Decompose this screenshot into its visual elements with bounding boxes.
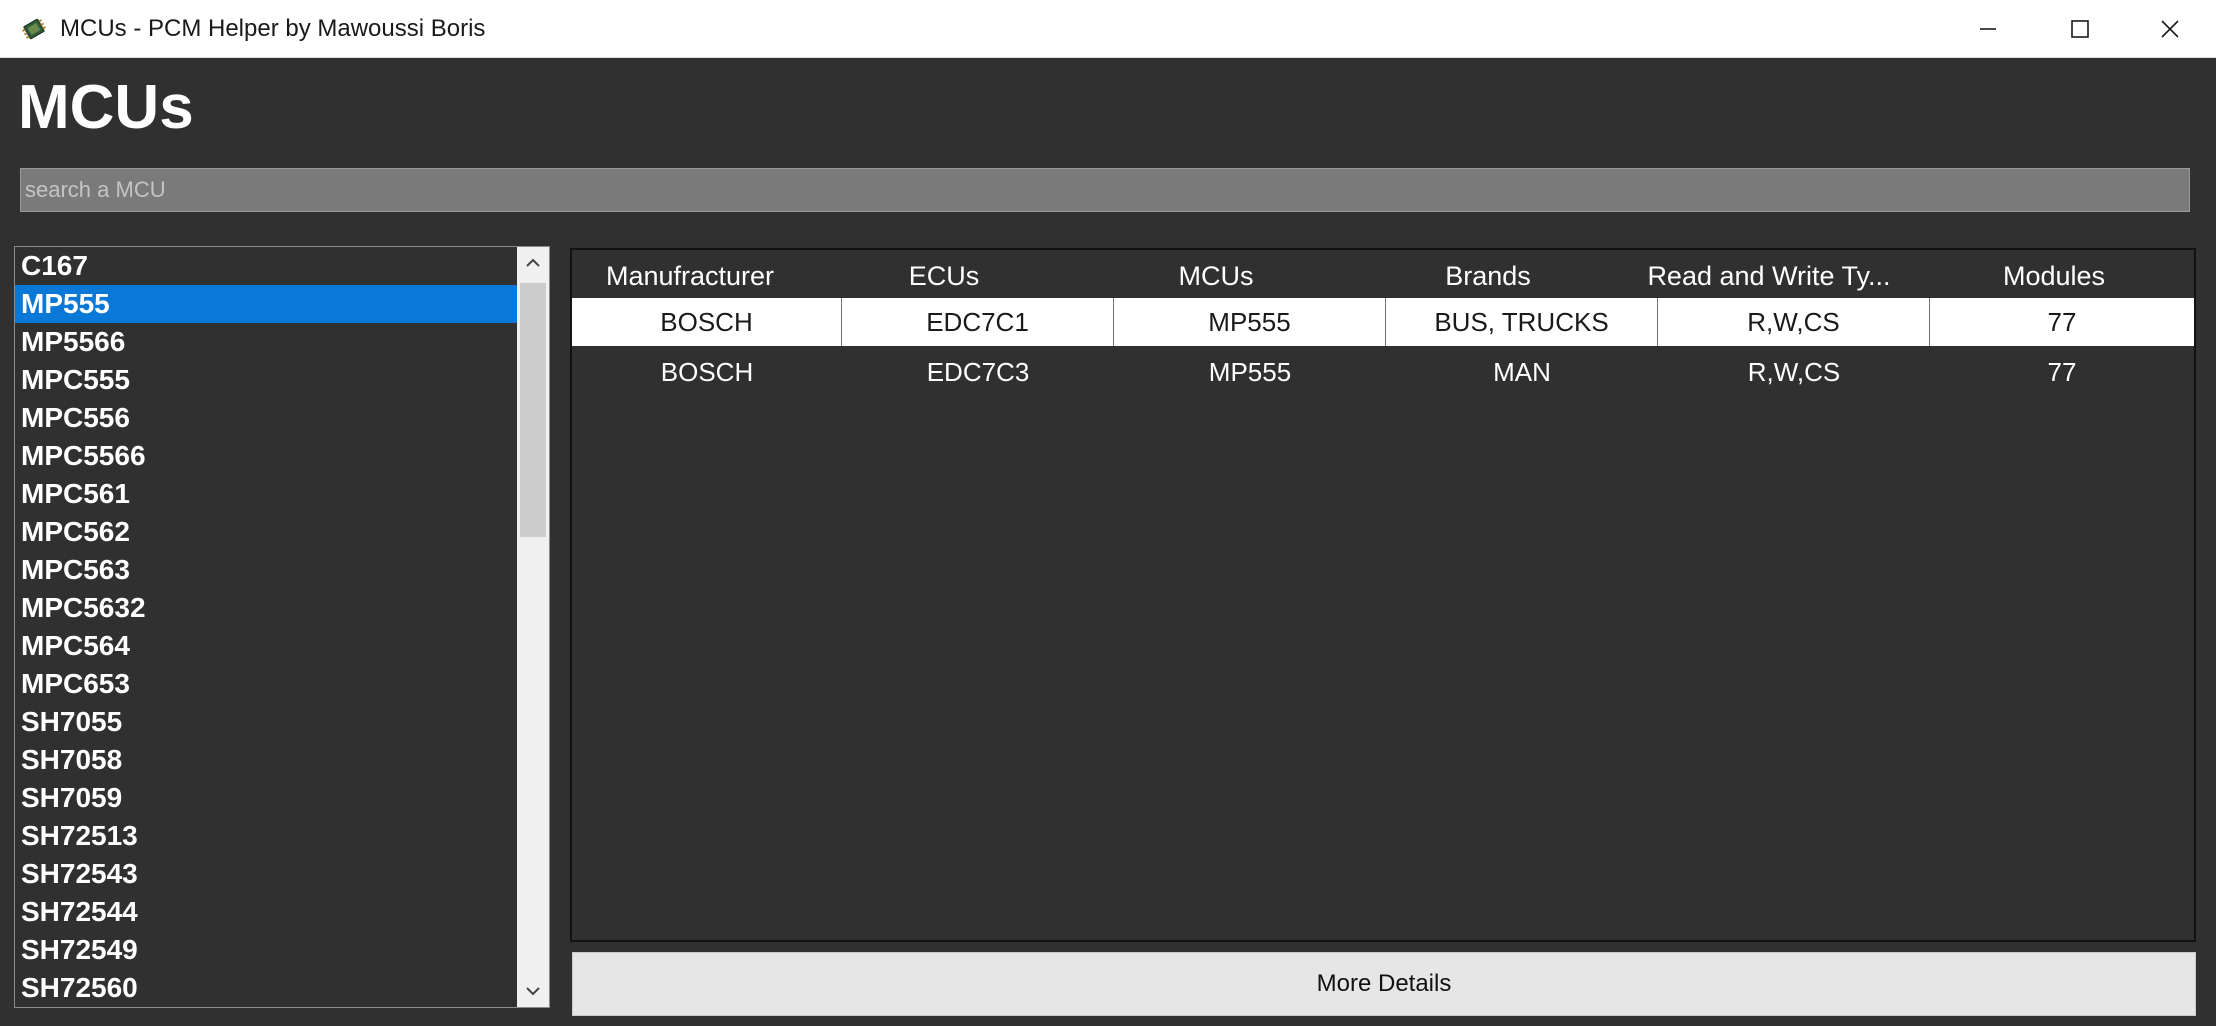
table-cell: R,W,CS — [1747, 357, 1841, 387]
list-item[interactable]: SH72560 — [15, 969, 517, 1007]
more-details-button[interactable]: More Details — [572, 952, 2196, 1016]
table-row[interactable]: BOSCH EDC7C1 MP555 BUS, TRUCKS R,W,CS 77 — [572, 298, 2194, 346]
scroll-up-button[interactable] — [517, 247, 549, 279]
window-title: MCUs - PCM Helper by Mawoussi Boris — [60, 15, 486, 42]
table-cell: MP555 — [1208, 357, 1292, 387]
list-item[interactable]: SH72543 — [15, 855, 517, 893]
mcu-list[interactable]: C167 MP555 MP5566 MPC555 MPC556 MPC5566 MPC561… — [14, 246, 550, 1008]
list-item[interactable]: MP555 — [15, 285, 517, 323]
list-item[interactable]: MPC563 — [15, 551, 517, 589]
table-cell: MAN — [1493, 357, 1551, 387]
list-item[interactable]: MPC5566 — [15, 437, 517, 475]
list-item[interactable]: SH7055 — [15, 703, 517, 741]
page-title: MCUs — [18, 73, 194, 142]
minimize-button[interactable] — [1942, 0, 2034, 57]
column-header-ecus[interactable]: ECUs — [808, 250, 1080, 298]
chevron-up-icon — [526, 258, 540, 267]
list-item[interactable]: MPC653 — [15, 665, 517, 703]
list-item[interactable]: MP5566 — [15, 323, 517, 361]
maximize-button[interactable] — [2034, 0, 2126, 57]
table-cell: EDC7C1 — [842, 298, 1114, 346]
list-item[interactable]: SH7059 — [15, 779, 517, 817]
list-item[interactable]: SH72513 — [15, 817, 517, 855]
table-cell: BOSCH — [572, 298, 842, 346]
search-input[interactable] — [20, 168, 2190, 212]
column-header-modules[interactable]: Modules — [1914, 250, 2194, 298]
chip-icon — [21, 18, 47, 40]
minimize-icon — [1980, 27, 1996, 30]
close-button[interactable] — [2124, 0, 2216, 57]
close-icon — [2161, 19, 2179, 38]
table-cell: 77 — [2047, 357, 2077, 387]
list-scrollbar[interactable] — [517, 247, 549, 1007]
list-item[interactable]: MPC562 — [15, 513, 517, 551]
list-item[interactable]: MPC564 — [15, 627, 517, 665]
list-item[interactable]: SH7058 — [15, 741, 517, 779]
mcu-details-table: Manufracturer ECUs MCUs Brands Read and … — [570, 248, 2196, 942]
scroll-thumb[interactable] — [520, 283, 546, 537]
list-item[interactable]: MPC556 — [15, 399, 517, 437]
list-item[interactable]: MPC555 — [15, 361, 517, 399]
table-cell: EDC7C3 — [926, 357, 1030, 387]
column-header-mcus[interactable]: MCUs — [1080, 250, 1352, 298]
window-titlebar: MCUs - PCM Helper by Mawoussi Boris — [0, 0, 2216, 58]
list-item[interactable]: MPC561 — [15, 475, 517, 513]
table-cell: MP555 — [1114, 298, 1386, 346]
table-cell: 77 — [2047, 307, 2077, 337]
column-header-brands[interactable]: Brands — [1352, 250, 1624, 298]
list-item[interactable]: SH72544 — [15, 893, 517, 931]
table-header: Manufracturer ECUs MCUs Brands Read and … — [572, 250, 2194, 298]
maximize-icon — [2071, 19, 2089, 38]
column-header-read-write-type[interactable]: Read and Write Ty... — [1624, 250, 1914, 298]
table-cell: R,W,CS — [1658, 298, 1930, 346]
list-item[interactable]: C167 — [15, 247, 517, 285]
table-row[interactable]: BOSCH EDC7C3 MP555 MAN R,W,CS 77 — [572, 348, 2194, 396]
chevron-down-icon — [526, 987, 540, 996]
list-item[interactable]: SH72549 — [15, 931, 517, 969]
table-cell: BOSCH — [660, 357, 754, 387]
column-header-manufacturer[interactable]: Manufracturer — [572, 250, 808, 298]
table-cell: BUS, TRUCKS — [1386, 298, 1658, 346]
scroll-down-button[interactable] — [517, 975, 549, 1007]
list-item[interactable]: MPC5632 — [15, 589, 517, 627]
mcu-list-items: C167 MP555 MP5566 MPC555 MPC556 MPC5566 MPC561… — [15, 247, 517, 1007]
